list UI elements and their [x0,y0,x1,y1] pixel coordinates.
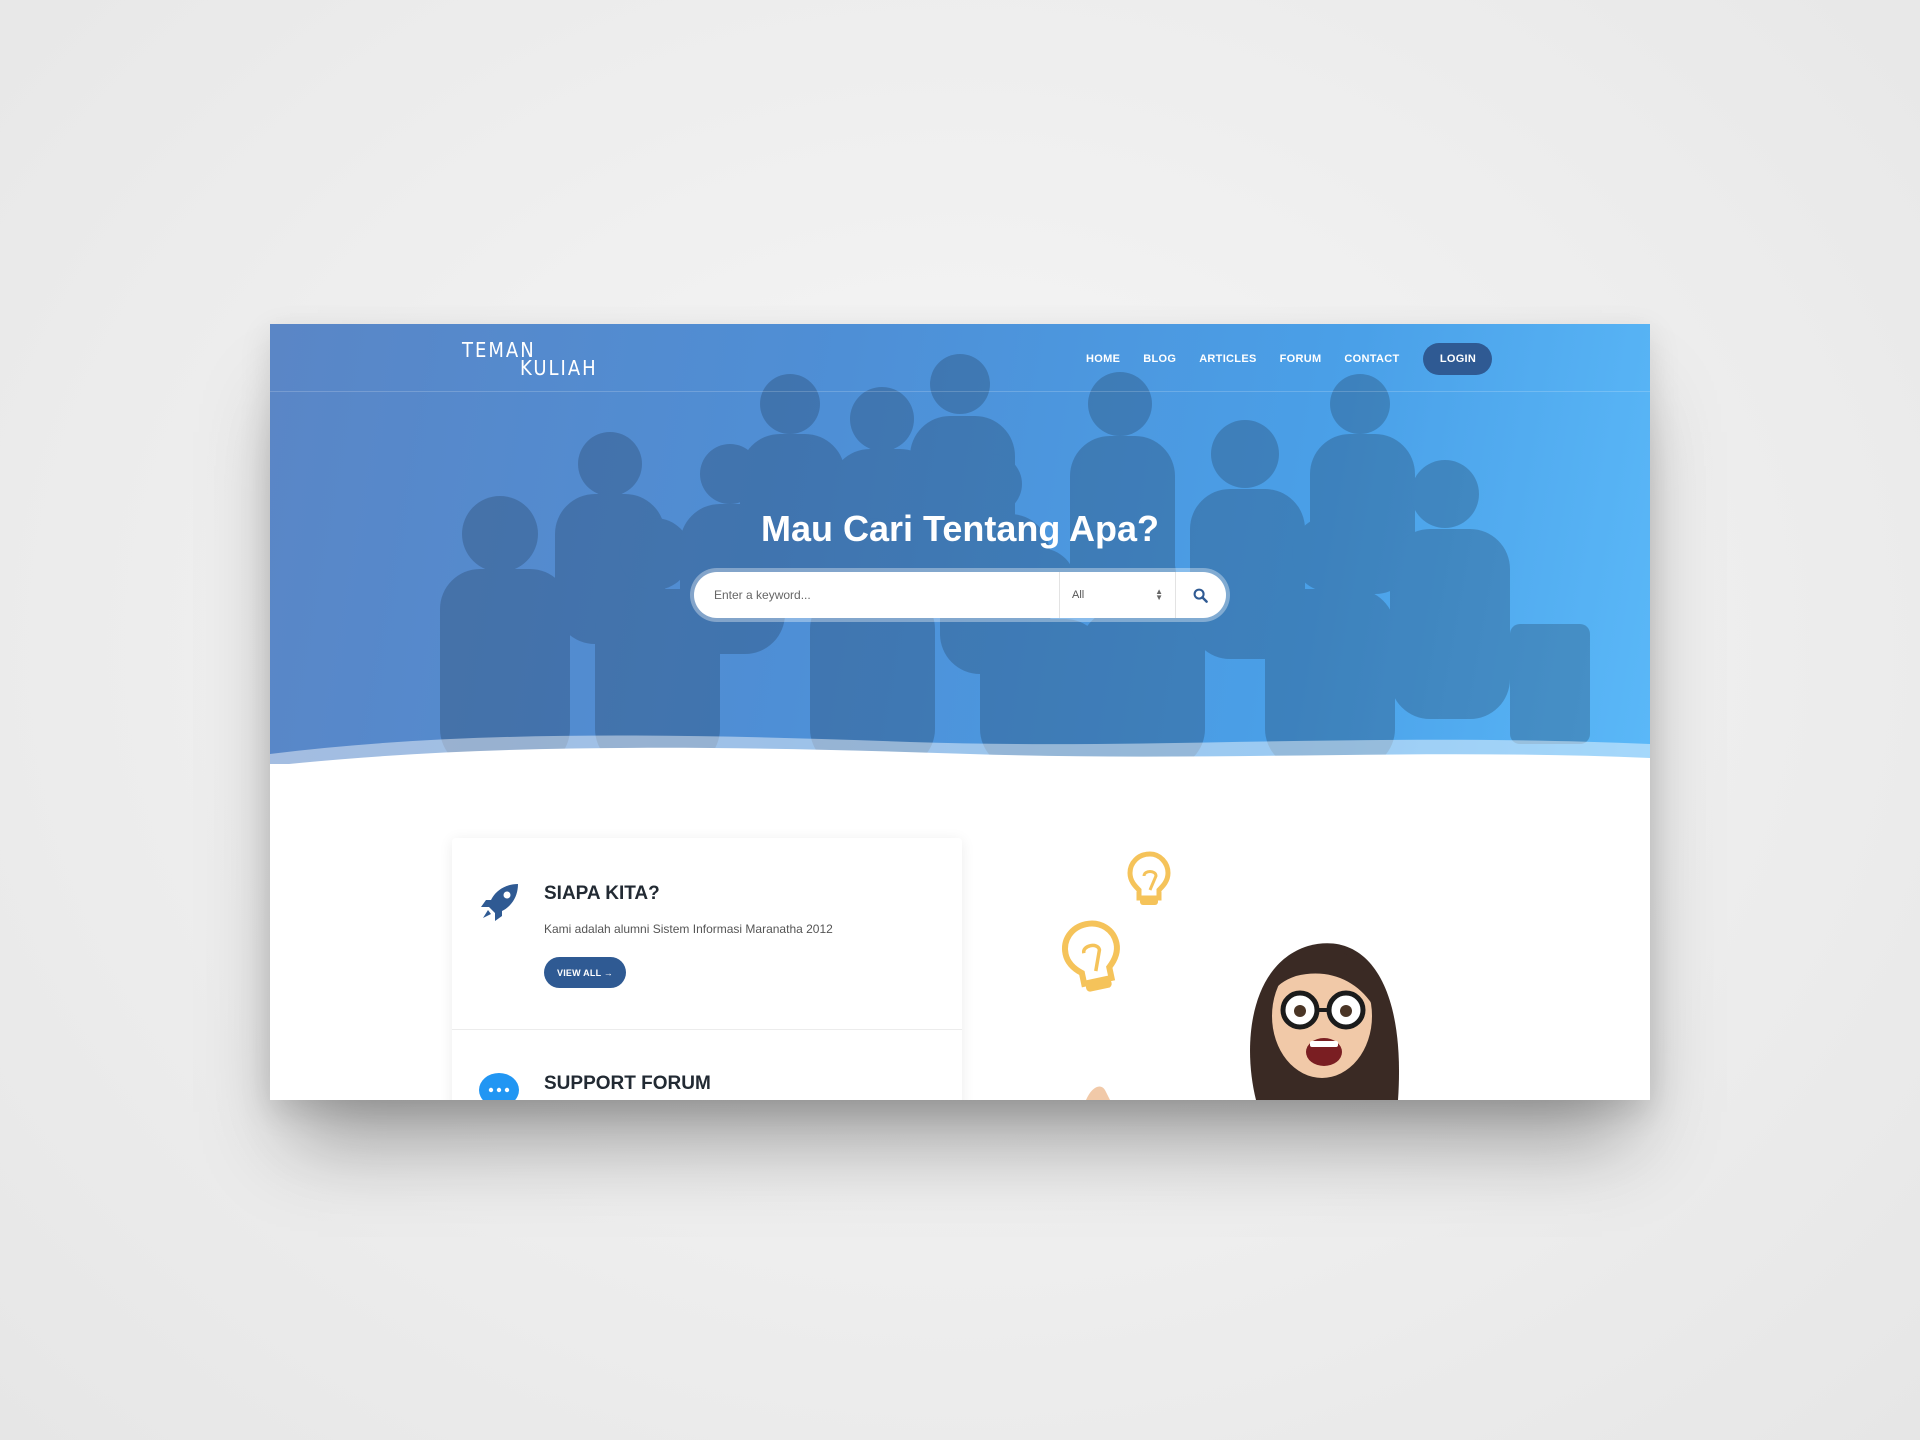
info-card: SIAPA KITA? Kami adalah alumni Sistem In… [452,838,962,1100]
nav-blog[interactable]: BLOG [1143,353,1176,365]
card-title-support-forum: SUPPORT FORUM [544,1073,711,1094]
woman-portrait [1250,943,1400,1100]
nav-articles[interactable]: ARTICLES [1199,353,1256,365]
hero-section: TEMAN KULIAH HOME BLOG ARTICLES FORUM CO… [270,324,1650,764]
chat-bubble-icon [479,1073,519,1100]
search-input[interactable] [694,572,1060,618]
category-select-value: All [1072,589,1085,601]
select-arrows-icon: ▲ ▼ [1155,587,1163,602]
nav-contact[interactable]: CONTACT [1344,353,1399,365]
search-icon [1193,588,1208,603]
view-all-button[interactable]: VIEW ALL → [544,957,626,988]
hand-shape [1086,1086,1110,1100]
login-button[interactable]: LOGIN [1423,343,1493,375]
site-logo[interactable]: TEMAN KULIAH [462,338,602,381]
logo-line-2: KULIAH [520,356,598,381]
rocket-icon [481,884,518,921]
category-select[interactable]: All ▲ ▼ [1060,572,1176,618]
card-item-siapa-kita: SIAPA KITA? Kami adalah alumni Sistem In… [452,838,962,1030]
card-title-siapa-kita: SIAPA KITA? [544,883,660,904]
search-button[interactable] [1176,572,1224,618]
hero-illustration [1062,851,1400,1100]
card-description: Kami adalah alumni Sistem Informasi Mara… [544,922,833,936]
hero-title: Mau Cari Tentang Apa? [760,508,1160,549]
lightbulb-icon-large [1062,920,1120,992]
main-nav: HOME BLOG ARTICLES FORUM CONTACT LOGIN [1086,343,1493,375]
nav-forum[interactable]: FORUM [1280,353,1322,365]
card-item-support-forum: SUPPORT FORUM [452,1030,962,1100]
search-bar: All ▲▼ [694,572,1226,618]
lightbulb-icon-small [1127,851,1171,905]
top-navigation-bar: TEMAN KULIAH HOME BLOG ARTICLES FORUM CO… [270,324,1650,392]
hero-wave-divider [270,735,1650,764]
nav-home[interactable]: HOME [1086,353,1120,365]
website-mockup: TEMAN KULIAH HOME BLOG ARTICLES FORUM CO… [270,324,1650,1100]
